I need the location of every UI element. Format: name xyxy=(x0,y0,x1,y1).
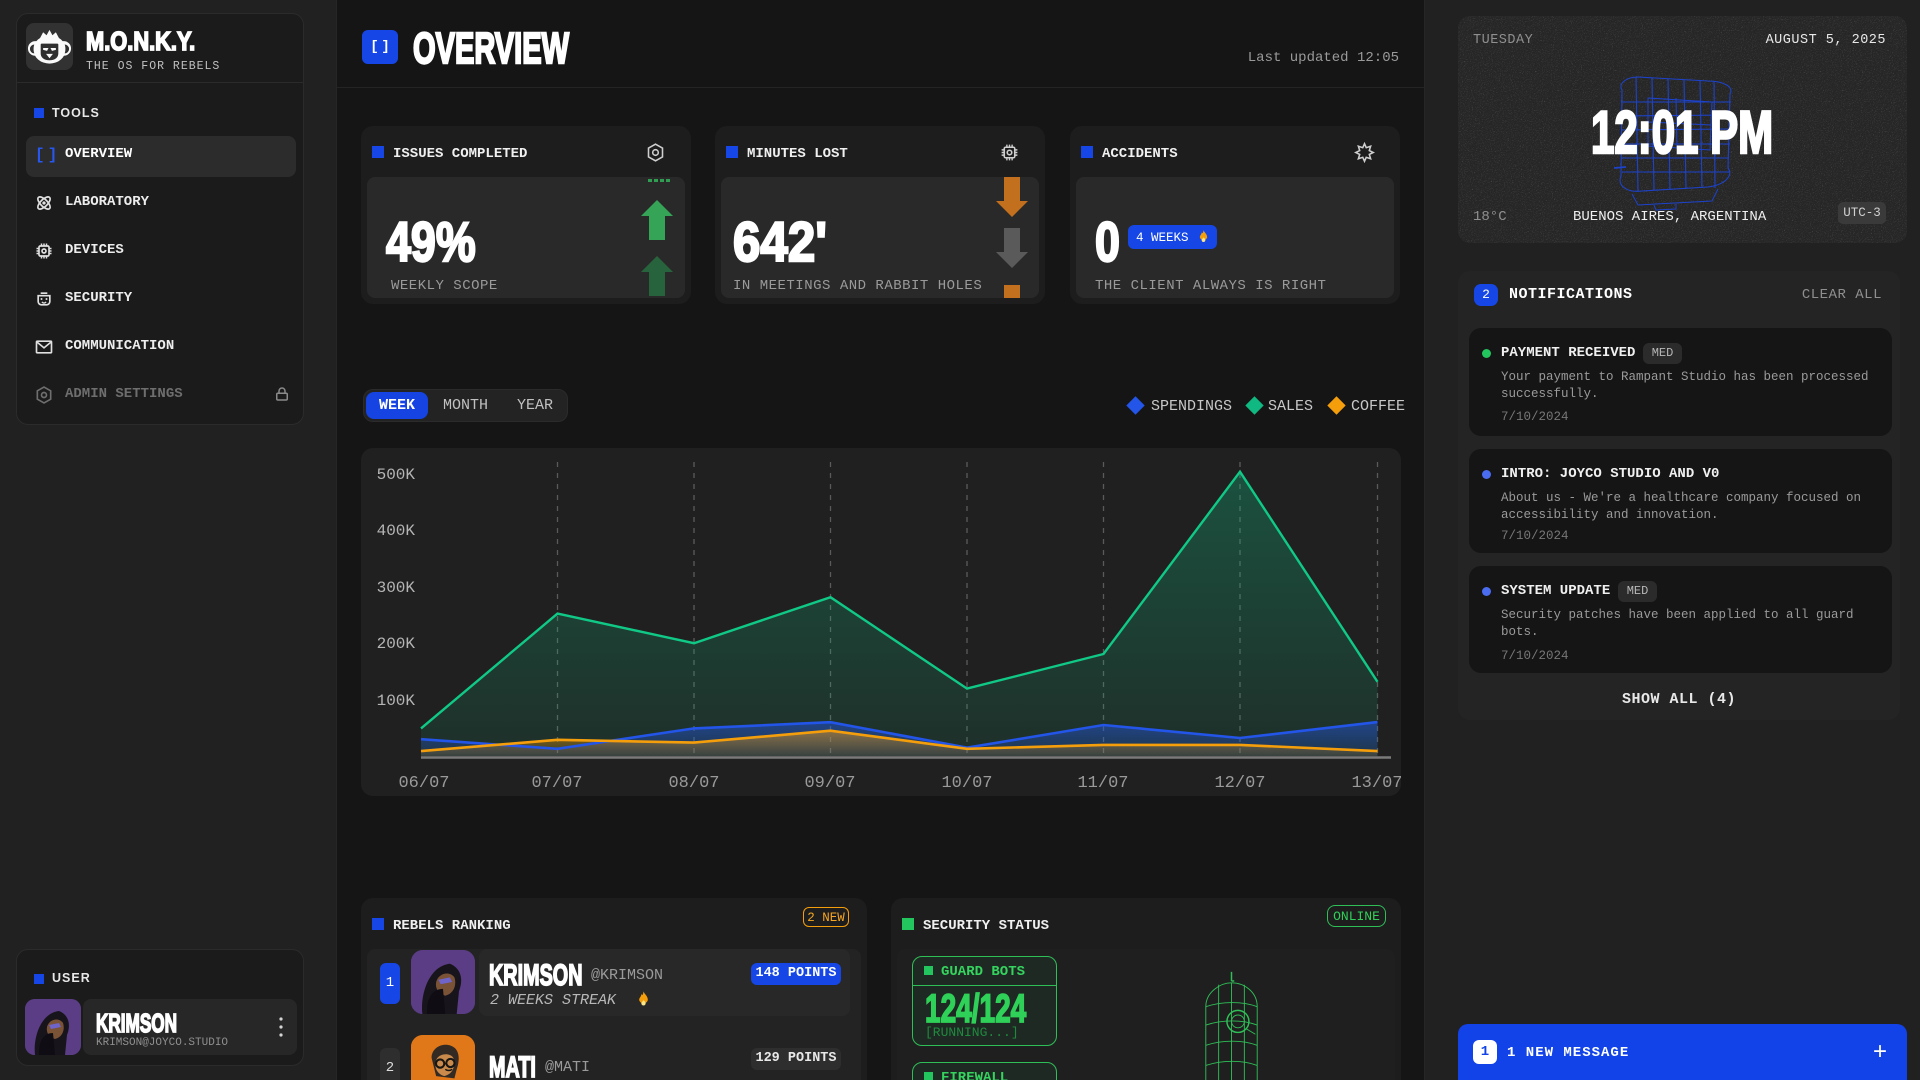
svg-text:100K: 100K xyxy=(377,692,416,710)
svg-text:400K: 400K xyxy=(377,522,416,540)
svg-text:06/07: 06/07 xyxy=(398,774,449,793)
svg-text:12/07: 12/07 xyxy=(1214,774,1265,793)
svg-text:500K: 500K xyxy=(377,466,416,484)
svg-text:08/07: 08/07 xyxy=(668,774,719,793)
svg-text:07/07: 07/07 xyxy=(531,774,582,793)
svg-text:11/07: 11/07 xyxy=(1077,774,1128,793)
svg-text:09/07: 09/07 xyxy=(804,774,855,793)
svg-text:13/07: 13/07 xyxy=(1351,774,1401,793)
svg-text:200K: 200K xyxy=(377,635,416,653)
svg-text:300K: 300K xyxy=(377,579,416,597)
svg-text:10/07: 10/07 xyxy=(941,774,992,793)
